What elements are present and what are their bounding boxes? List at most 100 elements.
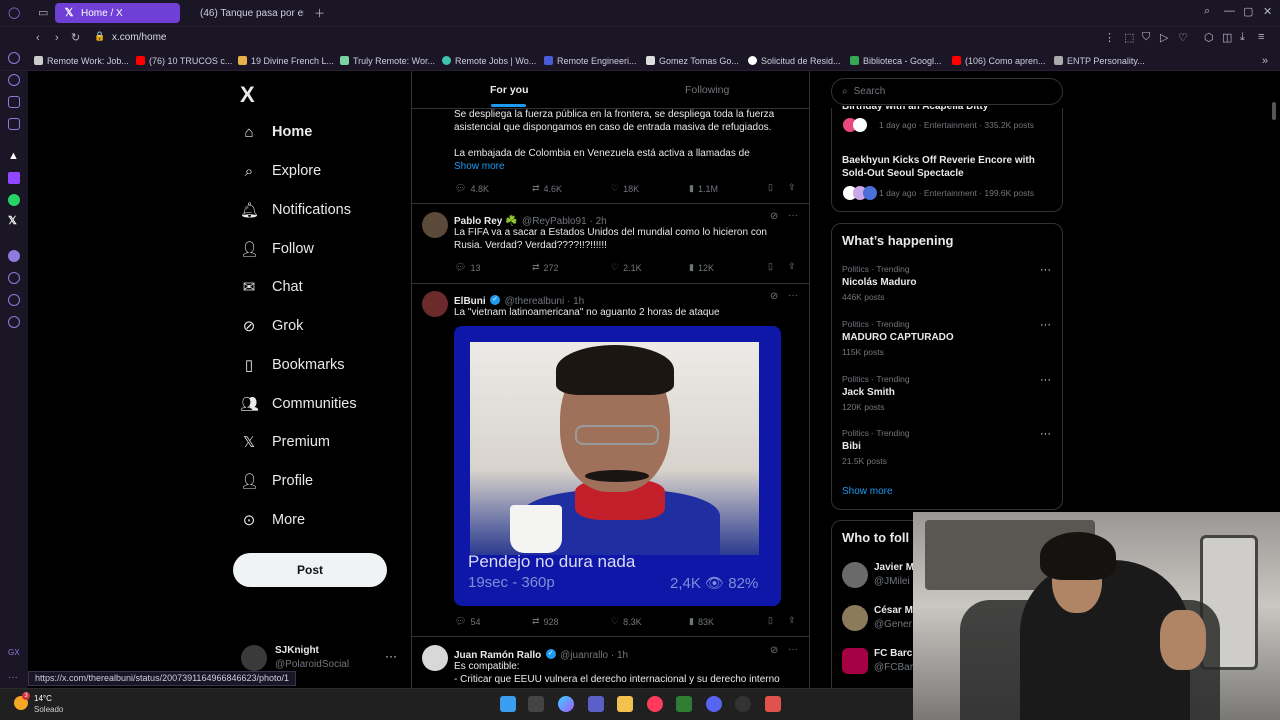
repost-button[interactable]: ⇄ 4.6K <box>532 183 562 194</box>
suggest-name[interactable]: FC Barc <box>874 648 912 659</box>
new-tab-icon[interactable]: ＋ <box>314 5 325 21</box>
bookmark-item[interactable]: 19 Divine French L... <box>238 56 340 66</box>
menu-icon[interactable]: ≡ <box>1258 31 1264 43</box>
reply-button[interactable]: 💬︎ 54 <box>455 616 480 627</box>
x-sidebar-icon[interactable]: 𝕏 <box>8 214 17 227</box>
url-field[interactable]: x.com/home <box>112 32 166 43</box>
sidebar-more-icon[interactable]: ··· <box>8 672 18 683</box>
views-button[interactable]: ▮ 83K <box>689 616 714 627</box>
account-avatar[interactable] <box>241 645 267 671</box>
post-button[interactable]: Post <box>233 553 387 587</box>
screenshot-icon[interactable]: ⬚ <box>1124 31 1134 44</box>
more-bookmarks-icon[interactable]: » <box>1262 55 1268 67</box>
weather-temperature[interactable]: 14°C <box>34 694 52 703</box>
like-button[interactable]: ♡ 8.3K <box>611 616 642 627</box>
sidebar-chat-icon[interactable] <box>8 294 20 306</box>
discord-icon[interactable] <box>706 696 722 712</box>
obs-icon[interactable] <box>735 696 751 712</box>
share-button[interactable]: ⇪ <box>788 182 796 193</box>
bookmark-item[interactable]: Solicitud de Resid... <box>748 56 850 66</box>
views-button[interactable]: ▮ 1.1M <box>689 183 718 194</box>
teams-icon[interactable] <box>588 696 604 712</box>
download-icon[interactable]: ⤓ <box>1240 31 1245 44</box>
trend-more-icon[interactable]: ··· <box>1040 428 1051 440</box>
nav-profile[interactable]: 👤︎ Profile <box>240 469 313 493</box>
sidebar-settings-icon[interactable] <box>8 316 20 328</box>
avatar[interactable] <box>422 645 448 671</box>
suggest-name[interactable]: César M <box>874 605 913 616</box>
repost-button[interactable]: ⇄ 928 <box>532 616 559 627</box>
tab-youtube[interactable]: (46) Tanque pasa por enc <box>186 3 304 23</box>
bookmark-item[interactable]: Gomez Tomas Go... <box>646 56 748 66</box>
minimize-icon[interactable]: — <box>1224 5 1235 17</box>
grok-icon[interactable]: ⊘ <box>770 291 778 302</box>
sidebar-history-icon[interactable] <box>8 272 20 284</box>
sidebar-ai-icon[interactable] <box>8 52 20 64</box>
trend-story-title[interactable]: Birthday with an Acapella Ditty <box>842 106 988 114</box>
bookmark-item[interactable]: Remote Engineeri... <box>544 56 646 66</box>
sidebar-music-icon[interactable] <box>8 250 20 262</box>
trend-more-icon[interactable]: ··· <box>1040 319 1051 331</box>
nav-communities[interactable]: 👥︎ Communities <box>240 392 357 416</box>
copilot-icon[interactable] <box>558 696 574 712</box>
forward-icon[interactable]: › <box>55 32 59 44</box>
author-handle[interactable]: @juanrallo · 1h <box>560 650 628 661</box>
account-name[interactable]: SJKnight <box>275 645 319 656</box>
bookmark-item[interactable]: (76) 10 TRUCOS c... <box>136 56 238 66</box>
trend-story-title[interactable]: Baekhyun Kicks Off Reverie Encore with <box>842 155 1035 166</box>
trend-more-icon[interactable]: ··· <box>1040 264 1051 276</box>
nav-explore[interactable]: ⌕ Explore <box>240 159 321 183</box>
bookmark-button[interactable]: ▯ <box>768 615 773 626</box>
nav-chat[interactable]: ✉ Chat <box>240 275 303 299</box>
grok-icon[interactable]: ⊘ <box>770 645 778 656</box>
sidebar-bookmarks-icon[interactable] <box>8 118 20 130</box>
show-more-link[interactable]: Show more <box>454 161 505 172</box>
close-icon[interactable]: ✕ <box>1263 5 1272 18</box>
grok-icon[interactable]: ⊘ <box>770 211 778 222</box>
avatar[interactable] <box>422 212 448 238</box>
task-view-icon[interactable] <box>528 696 544 712</box>
views-button[interactable]: ▮ 12K <box>689 262 714 273</box>
repost-button[interactable]: ⇄ 272 <box>532 262 559 273</box>
nav-bookmarks[interactable]: ▯ Bookmarks <box>240 353 345 377</box>
bookmark-button[interactable]: ▯ <box>768 261 773 272</box>
extensions-row-icon[interactable]: ⋮ <box>1104 31 1115 44</box>
bookmark-button[interactable]: ▯ <box>768 182 773 193</box>
tab-manager-icon[interactable]: ▭ <box>38 6 48 19</box>
nav-follow[interactable]: 👤︎ Follow <box>240 237 314 261</box>
more-icon[interactable]: ··· <box>788 644 798 655</box>
nav-premium[interactable]: 𝕏 Premium <box>240 430 330 454</box>
share-button[interactable]: ⇪ <box>788 615 796 626</box>
tab-following[interactable]: Following <box>685 84 729 96</box>
sidebar-news-icon[interactable] <box>8 96 20 108</box>
suggest-name[interactable]: Javier M <box>874 562 914 573</box>
opera-logo-icon[interactable]: ◯ <box>8 6 20 19</box>
show-more-link[interactable]: Show more <box>842 486 893 497</box>
back-icon[interactable]: ‹ <box>36 32 40 44</box>
reload-icon[interactable]: ↻ <box>71 31 80 44</box>
fc-barcelona-crest-icon[interactable] <box>842 648 868 674</box>
trend-more-icon[interactable]: ··· <box>1040 374 1051 386</box>
tab-home-x[interactable]: 𝕏 Home / X <box>55 3 180 23</box>
avatar[interactable] <box>422 291 448 317</box>
start-icon[interactable] <box>500 696 516 712</box>
file-explorer-icon[interactable] <box>617 696 633 712</box>
nav-grok[interactable]: ⊘ Grok <box>240 314 304 338</box>
reply-button[interactable]: 💬︎ 4.8K <box>455 183 489 194</box>
nav-notifications[interactable]: 🔔︎ Notifications <box>240 198 351 222</box>
cube-icon[interactable]: ⬡ <box>1204 31 1214 44</box>
active-app-icon[interactable] <box>765 696 781 712</box>
bookmark-item[interactable]: Biblioteca - Googl... <box>850 56 952 66</box>
tab-for-you[interactable]: For you <box>490 84 529 96</box>
account-more-icon[interactable]: ··· <box>385 649 397 663</box>
maximize-icon[interactable]: ▢ <box>1243 5 1253 18</box>
x-logo[interactable]: X <box>240 82 255 108</box>
share-button[interactable]: ⇪ <box>788 261 796 272</box>
play-icon[interactable]: ▷ <box>1160 31 1168 44</box>
bookmark-item[interactable]: Truly Remote: Wor... <box>340 56 442 66</box>
more-icon[interactable]: ··· <box>788 210 798 221</box>
page-scrollbar[interactable] <box>1272 102 1276 120</box>
like-button[interactable]: ♡ 18K <box>611 183 639 194</box>
bookmark-item[interactable]: (106) Como apren... <box>952 56 1054 66</box>
trend-title[interactable]: Nicolás Maduro <box>842 277 916 288</box>
